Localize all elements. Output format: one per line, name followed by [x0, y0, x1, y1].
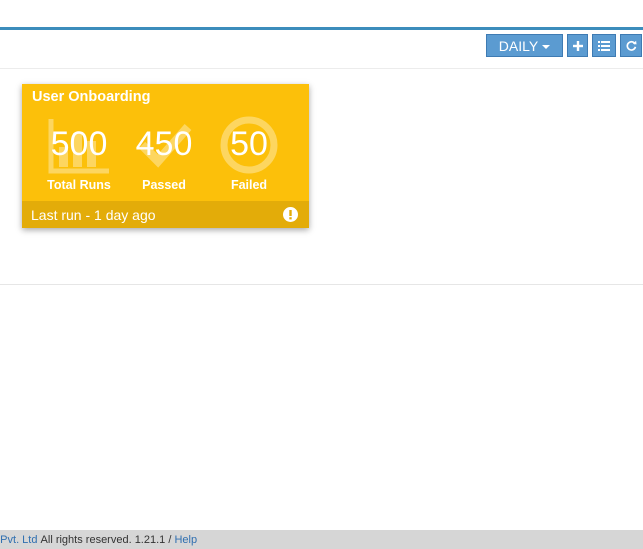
- total-runs-value: 500: [50, 125, 108, 163]
- total-runs-label: Total Runs: [47, 178, 111, 192]
- help-link[interactable]: Help: [174, 534, 197, 546]
- period-label: DAILY: [498, 37, 539, 54]
- caret-down-icon: [542, 44, 551, 49]
- refresh-icon: [626, 40, 637, 51]
- list-view-button[interactable]: [592, 34, 616, 57]
- passed-stat: 450 Passed: [119, 110, 209, 200]
- exclamation-icon[interactable]: [283, 207, 298, 222]
- header-divider: [0, 27, 643, 30]
- total-runs-stat: 500 Total Runs: [34, 110, 124, 200]
- copyright-text: All rights reserved. 1.21.1 /: [40, 533, 172, 546]
- card-title: User Onboarding: [32, 89, 151, 105]
- suite-card[interactable]: User Onboarding 500 Total Runs 450 Passe…: [22, 84, 309, 228]
- passed-value: 450: [135, 125, 193, 163]
- card-footer: Last run - 1 day ago: [22, 201, 309, 228]
- page: DAILY User Onboarding 500 Total Runs 450…: [0, 0, 643, 549]
- list-icon: [598, 40, 610, 51]
- passed-label: Passed: [142, 178, 186, 192]
- failed-stat: 50 Failed: [204, 110, 294, 200]
- company-link[interactable]: o Pvt. Ltd: [0, 534, 37, 546]
- last-run-text: Last run - 1 day ago: [31, 207, 156, 223]
- plus-icon: [572, 40, 583, 51]
- failed-value: 50: [230, 125, 268, 163]
- add-button[interactable]: [567, 34, 588, 57]
- refresh-button[interactable]: [620, 34, 642, 57]
- toolbar-divider: [0, 68, 643, 69]
- period-dropdown-button[interactable]: DAILY: [486, 34, 563, 57]
- content-divider: [0, 284, 643, 285]
- failed-label: Failed: [230, 178, 268, 192]
- status-bar: o Pvt. Ltd All rights reserved. 1.21.1 /…: [0, 530, 643, 549]
